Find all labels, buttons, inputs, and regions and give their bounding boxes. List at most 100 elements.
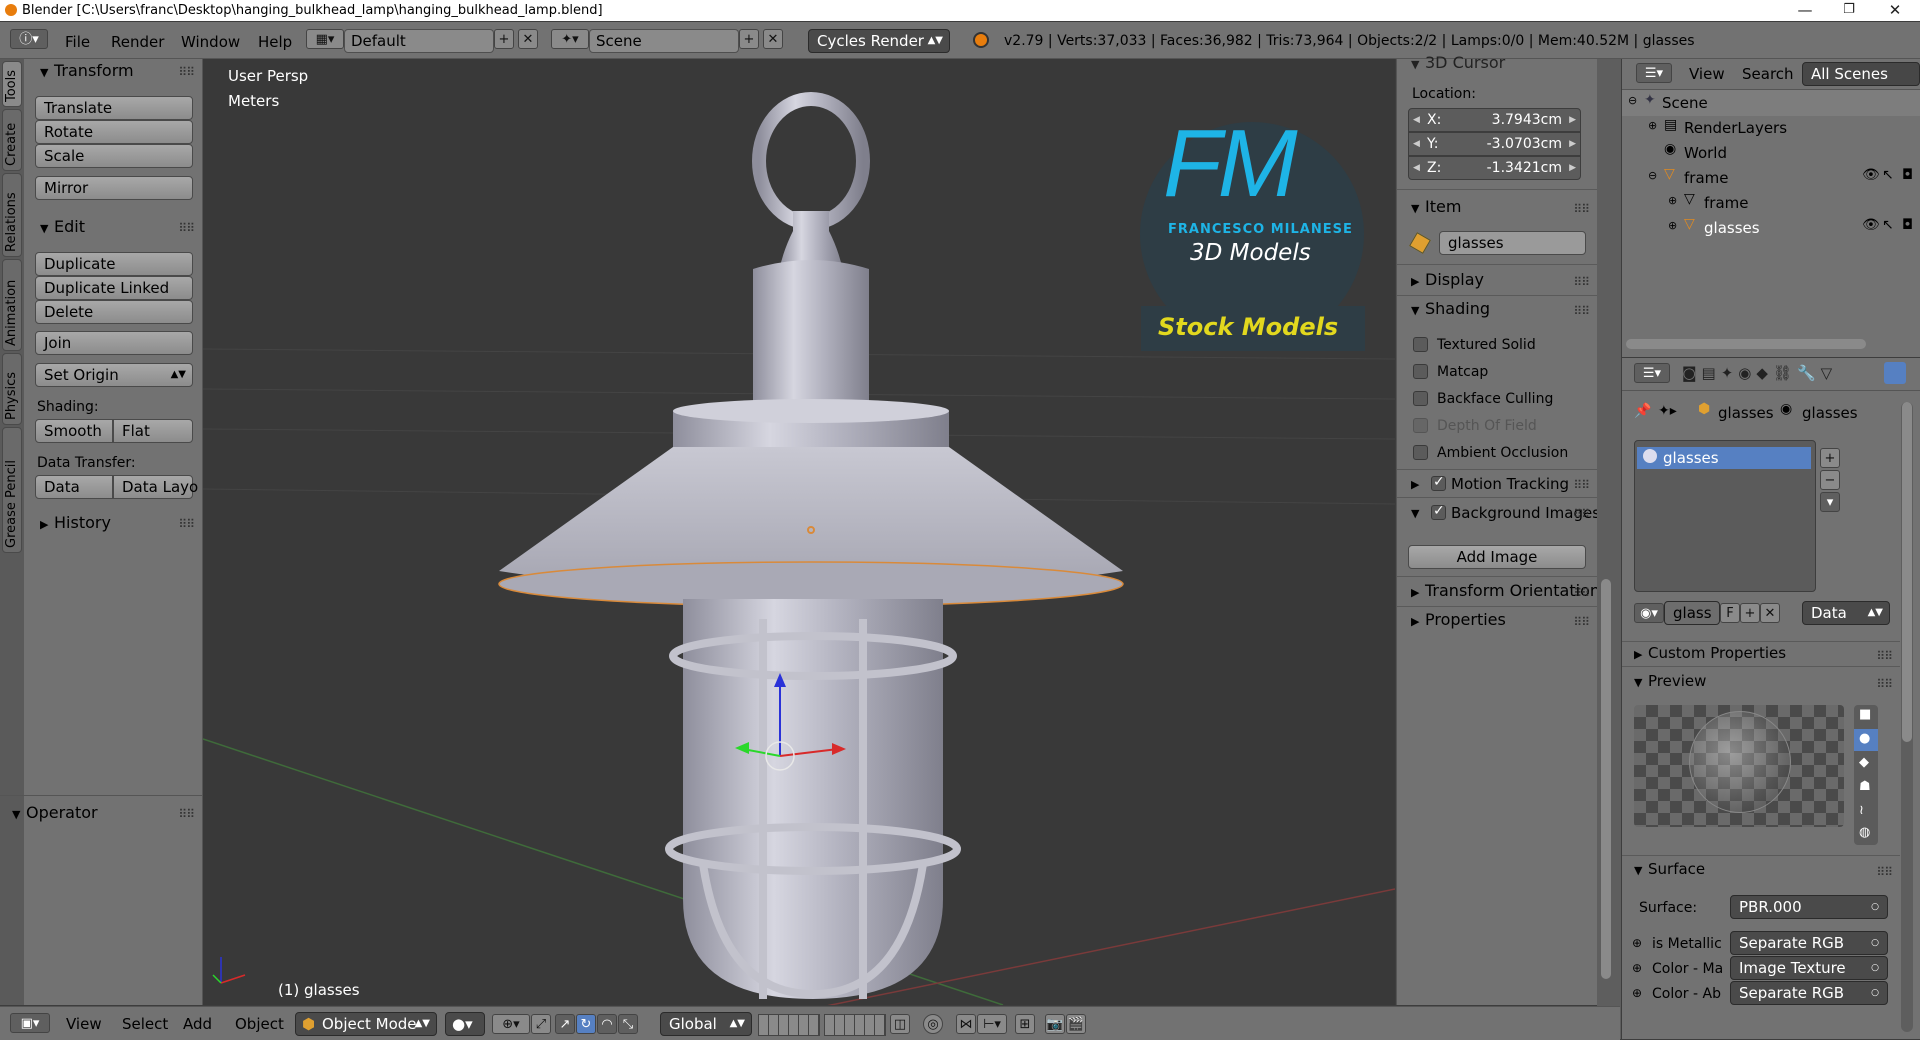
- properties-scrollbar-thumb[interactable]: [1902, 402, 1912, 742]
- add-material-slot-icon[interactable]: +: [1820, 448, 1840, 468]
- pin-icon[interactable]: 📌: [1634, 403, 1651, 419]
- flat-button[interactable]: Flat: [113, 419, 193, 443]
- panel-grip-icon[interactable]: ⠿⠿: [1573, 304, 1590, 318]
- socket-expand-icon[interactable]: ⊕: [1632, 986, 1642, 1000]
- preview-type-buttons[interactable]: ■ ● ◆ ☗ ≀ ◍: [1854, 705, 1878, 845]
- translate-manipulator-icon[interactable]: ↗: [555, 1014, 575, 1034]
- menu-object[interactable]: Object: [235, 1015, 284, 1033]
- cursor-z-field[interactable]: ◀ Z: -1.3421cm ▶: [1408, 156, 1581, 180]
- screen-layout-icon[interactable]: ▦▾: [306, 29, 344, 49]
- scrollbar-thumb[interactable]: [1601, 579, 1611, 979]
- history-panel-header[interactable]: ▶ History: [40, 513, 111, 532]
- ambient-occlusion-checkbox[interactable]: [1413, 445, 1428, 460]
- shading-panel-header[interactable]: ▼ Shading: [1411, 299, 1490, 318]
- depth-of-field-checkbox[interactable]: [1413, 418, 1428, 433]
- add-scene-icon[interactable]: +: [739, 29, 759, 49]
- layer-buttons-1[interactable]: [758, 1014, 820, 1036]
- preview-panel-header[interactable]: ▼ Preview: [1634, 672, 1706, 690]
- operator-panel-header[interactable]: ▼ Operator: [12, 803, 98, 822]
- properties-context-tabs[interactable]: ◙▤✦◉◆⛓🔧▽: [1682, 364, 1837, 382]
- render-camera-icon[interactable]: ◘: [1902, 217, 1913, 233]
- panel-grip-icon[interactable]: ⠿⠿: [1876, 865, 1893, 879]
- panel-grip-icon[interactable]: ⠿⠿: [1573, 615, 1590, 629]
- material-browse-icon[interactable]: ◉▾: [1634, 603, 1664, 623]
- outliner-item-renderlayers[interactable]: RenderLayers: [1684, 119, 1787, 137]
- duplicate-linked-button[interactable]: Duplicate Linked: [35, 276, 193, 300]
- socket-expand-icon[interactable]: ⊕: [1632, 936, 1642, 950]
- region-scrollbar[interactable]: [1597, 59, 1621, 1039]
- tab-create[interactable]: Create: [2, 109, 22, 171]
- add-layout-icon[interactable]: +: [494, 29, 514, 49]
- material-specials-icon[interactable]: ▾: [1820, 492, 1840, 512]
- delete-button[interactable]: Delete: [35, 300, 193, 324]
- smooth-button[interactable]: Smooth: [35, 419, 113, 443]
- translate-button[interactable]: Translate: [35, 96, 193, 120]
- panel-grip-icon[interactable]: ⠿⠿: [1573, 507, 1590, 521]
- panel-grip-icon[interactable]: ⠿⠿: [178, 65, 195, 79]
- outliner-search-menu[interactable]: Search: [1742, 65, 1794, 83]
- delete-layout-icon[interactable]: ✕: [518, 29, 538, 49]
- background-images-checkbox[interactable]: [1431, 503, 1446, 520]
- surface-shader-field[interactable]: PBR.000 ○: [1730, 895, 1888, 919]
- outliner-item-frame[interactable]: frame: [1684, 169, 1728, 187]
- snap-target-icon[interactable]: ⊞: [1015, 1014, 1035, 1034]
- 3d-cursor-panel-header[interactable]: ▼ 3D Cursor: [1411, 53, 1505, 72]
- data-layout-button[interactable]: Data Layo: [113, 475, 198, 499]
- visibility-eye-icon[interactable]: 👁: [1862, 167, 1880, 183]
- matcap-checkbox[interactable]: [1413, 364, 1428, 379]
- motion-tracking-panel-header[interactable]: ▶: [1411, 473, 1425, 492]
- menu-add[interactable]: Add: [183, 1015, 212, 1033]
- scene-field[interactable]: Scene: [589, 29, 739, 53]
- remove-material-slot-icon[interactable]: −: [1820, 470, 1840, 490]
- item-panel-header[interactable]: ▼ Item: [1411, 197, 1461, 216]
- menu-window[interactable]: Window: [181, 33, 240, 51]
- new-material-icon[interactable]: +: [1740, 603, 1760, 623]
- pivot-point-icon[interactable]: ⊕▾: [492, 1014, 530, 1034]
- screen-layout-field[interactable]: Default: [344, 29, 494, 53]
- material-link-dropdown[interactable]: Data ▲▼: [1802, 601, 1890, 625]
- edit-panel-header[interactable]: ▼ Edit: [40, 217, 85, 236]
- material-name-field[interactable]: glass: [1664, 601, 1720, 625]
- custom-properties-panel-header[interactable]: ▶ Custom Properties: [1634, 644, 1786, 662]
- tab-grease-pencil[interactable]: Grease Pencil: [2, 427, 22, 553]
- unlink-material-icon[interactable]: ✕: [1760, 603, 1780, 623]
- menu-select[interactable]: Select: [122, 1015, 168, 1033]
- outliner-view-menu[interactable]: View: [1689, 65, 1725, 83]
- opengl-render-icon[interactable]: 📷: [1045, 1014, 1065, 1034]
- data-transfer-button[interactable]: Data: [35, 475, 113, 499]
- scene-icon[interactable]: ✦▾: [551, 29, 589, 49]
- snap-element-icon[interactable]: ⊢▾: [977, 1014, 1007, 1034]
- transform-orientation-dropdown[interactable]: Global ▲▼: [660, 1012, 752, 1036]
- outliner-display-mode[interactable]: All Scenes: [1802, 62, 1920, 86]
- expand-glasses-icon[interactable]: ⊕: [1668, 219, 1677, 232]
- panel-grip-icon[interactable]: ⠿⠿: [1573, 478, 1590, 492]
- join-button[interactable]: Join: [35, 331, 193, 355]
- fake-user-button[interactable]: F: [1720, 603, 1740, 623]
- scale-manipulator-icon[interactable]: ⤡: [618, 1014, 638, 1034]
- outliner-horizontal-scrollbar[interactable]: [1626, 339, 1866, 349]
- visibility-eye-icon[interactable]: 👁: [1862, 217, 1880, 233]
- editor-type-3dview-icon[interactable]: ▣▾: [10, 1013, 50, 1033]
- input-color-ab-field[interactable]: Separate RGB ○: [1730, 981, 1888, 1005]
- arc-manipulator-icon[interactable]: ◠: [597, 1014, 617, 1034]
- input-metallic-field[interactable]: Separate RGB ○: [1730, 931, 1888, 955]
- tab-physics[interactable]: Physics: [2, 353, 22, 425]
- cursor-y-field[interactable]: ◀ Y: -3.0703cm ▶: [1408, 132, 1581, 156]
- outliner-item-scene[interactable]: Scene: [1662, 94, 1708, 112]
- duplicate-button[interactable]: Duplicate: [35, 252, 193, 276]
- scale-button[interactable]: Scale: [35, 144, 193, 168]
- material-slot-list[interactable]: glasses: [1634, 440, 1816, 592]
- outliner-item-glasses[interactable]: glasses: [1704, 219, 1760, 237]
- menu-help[interactable]: Help: [258, 33, 292, 51]
- menu-file[interactable]: File: [65, 33, 90, 51]
- selectable-arrow-icon[interactable]: ↖: [1882, 167, 1894, 183]
- set-origin-dropdown[interactable]: Set Origin ▲▼: [35, 363, 193, 387]
- textured-solid-checkbox[interactable]: [1413, 337, 1428, 352]
- render-camera-icon[interactable]: ◘: [1902, 167, 1913, 183]
- add-image-button[interactable]: Add Image: [1408, 545, 1586, 569]
- expand-frame-mesh-icon[interactable]: ⊕: [1668, 194, 1677, 207]
- properties-panel-header[interactable]: ▶ Properties: [1411, 610, 1506, 629]
- properties-scrollbar[interactable]: [1901, 402, 1913, 1032]
- editor-type-info-icon[interactable]: ⓘ▾: [10, 29, 48, 49]
- layer-buttons-2[interactable]: [824, 1014, 886, 1036]
